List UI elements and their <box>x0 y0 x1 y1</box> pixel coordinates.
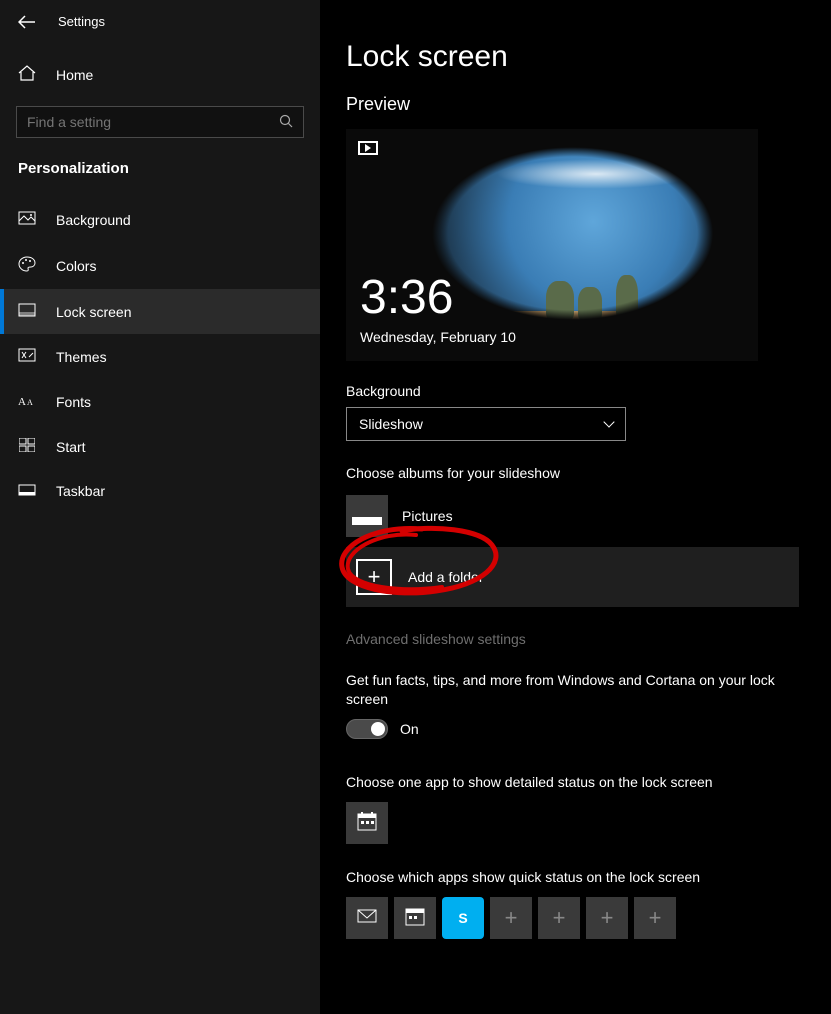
page-title: Lock screen <box>346 40 799 74</box>
plus-icon: + <box>553 905 566 931</box>
sidebar-item-label: Colors <box>56 258 96 274</box>
preview-time: 3:36 <box>360 270 453 325</box>
sidebar-item-label: Start <box>56 439 86 455</box>
content-area: Lock screen Preview 3:36 Wednesday, Febr… <box>320 0 831 1014</box>
lockscreen-icon <box>18 303 36 320</box>
background-dropdown-value: Slideshow <box>359 416 423 432</box>
quick-status-add-1[interactable]: + <box>490 897 532 939</box>
home-icon <box>18 65 36 84</box>
detailed-status-app[interactable] <box>346 802 388 844</box>
sidebar-item-taskbar[interactable]: Taskbar <box>0 469 320 513</box>
detailed-status-label: Choose one app to show detailed status o… <box>346 773 786 792</box>
background-dropdown[interactable]: Slideshow <box>346 407 626 441</box>
sidebar-section-header: Personalization <box>0 154 320 197</box>
album-name: Pictures <box>402 508 453 524</box>
album-thumbnail <box>346 495 388 537</box>
advanced-settings-link[interactable]: Advanced slideshow settings <box>346 631 799 647</box>
sidebar-home[interactable]: Home <box>0 53 320 96</box>
app-title: Settings <box>58 14 105 29</box>
preview-date: Wednesday, February 10 <box>360 329 516 345</box>
add-folder-button[interactable]: + Add a folder <box>346 547 799 607</box>
sidebar-item-label: Themes <box>56 349 107 365</box>
plus-icon: + <box>505 905 518 931</box>
fonts-icon: AA <box>18 393 36 410</box>
quick-status-add-4[interactable]: + <box>634 897 676 939</box>
picture-icon <box>18 211 36 228</box>
albums-label: Choose albums for your slideshow <box>346 465 799 481</box>
sidebar-header: Settings <box>0 14 320 47</box>
tips-label: Get fun facts, tips, and more from Windo… <box>346 671 786 709</box>
quick-status-app-skype[interactable]: S <box>442 897 484 939</box>
sidebar-item-start[interactable]: Start <box>0 424 320 469</box>
quick-status-app-calendar[interactable] <box>394 897 436 939</box>
quick-status-add-3[interactable]: + <box>586 897 628 939</box>
sidebar-item-label: Lock screen <box>56 304 131 320</box>
quick-status-app-mail[interactable] <box>346 897 388 939</box>
plus-icon: + <box>649 905 662 931</box>
plus-icon: + <box>601 905 614 931</box>
start-icon <box>18 438 36 455</box>
background-label: Background <box>346 383 799 399</box>
album-item[interactable]: Pictures <box>346 489 799 547</box>
sidebar-item-colors[interactable]: Colors <box>0 242 320 289</box>
sidebar-home-label: Home <box>56 67 93 83</box>
plus-icon: + <box>356 559 392 595</box>
tips-toggle-value: On <box>400 721 419 737</box>
sidebar-item-label: Fonts <box>56 394 91 410</box>
search-input[interactable] <box>27 114 279 130</box>
mail-icon <box>356 905 378 930</box>
slideshow-icon <box>358 141 378 155</box>
sidebar-item-label: Background <box>56 212 131 228</box>
lockscreen-preview: 3:36 Wednesday, February 10 <box>346 129 758 361</box>
search-icon <box>279 114 293 131</box>
sidebar-item-fonts[interactable]: AA Fonts <box>0 379 320 424</box>
taskbar-icon <box>18 483 36 499</box>
sidebar-item-label: Taskbar <box>56 483 105 499</box>
svg-text:A: A <box>18 396 26 407</box>
themes-icon <box>18 348 36 365</box>
calendar-icon <box>404 905 426 930</box>
chevron-down-icon <box>603 416 614 427</box>
sidebar-item-themes[interactable]: Themes <box>0 334 320 379</box>
calendar-icon <box>356 810 378 835</box>
back-icon[interactable] <box>18 15 36 29</box>
quick-status-add-2[interactable]: + <box>538 897 580 939</box>
sidebar-item-lockscreen[interactable]: Lock screen <box>0 289 320 334</box>
svg-text:A: A <box>27 398 33 407</box>
sidebar: Settings Home Personalization Background… <box>0 0 320 1014</box>
add-folder-label: Add a folder <box>408 569 484 585</box>
skype-icon: S <box>458 910 467 926</box>
palette-icon <box>18 256 36 275</box>
search-input-container[interactable] <box>16 106 304 138</box>
sidebar-item-background[interactable]: Background <box>0 197 320 242</box>
quick-status-label: Choose which apps show quick status on t… <box>346 868 786 887</box>
preview-heading: Preview <box>346 94 799 115</box>
tips-toggle[interactable] <box>346 719 388 739</box>
